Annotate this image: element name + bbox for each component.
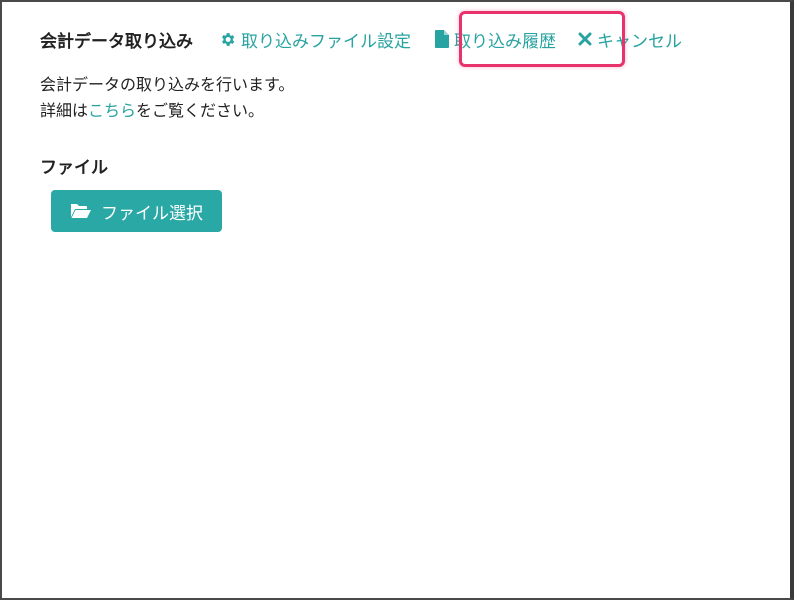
description-prefix: 詳細は [40,101,89,120]
cancel-link[interactable]: キャンセル [578,27,682,52]
page-title: 会計データ取り込み [40,31,193,52]
description-line-2: 詳細はこちらをご覧ください。 [40,98,294,124]
details-link[interactable]: こちら [88,101,136,120]
cancel-label: キャンセル [597,31,682,52]
description-line-1: 会計データの取り込みを行います。 [40,75,295,94]
file-section-label: ファイル [40,158,108,178]
gear-icon [222,32,235,46]
description-suffix: をご覧ください。 [136,101,265,120]
import-history-link[interactable]: 取り込み履歴 [435,27,556,52]
import-file-settings-link[interactable]: 取り込みファイル設定 [219,27,411,52]
window-frame: 会計データ取り込み 取り込みファイル設定 取り込み履歴 キャンセル 会計データの… [0,0,794,600]
header-toolbar: 会計データ取り込み 取り込みファイル設定 取り込み履歴 キャンセル [40,24,682,54]
select-file-label: ファイル選択 [101,203,203,224]
import-file-settings-label: 取り込みファイル設定 [241,31,411,52]
description: 会計データの取り込みを行います。 詳細はこちらをご覧ください。 [40,72,294,124]
file-icon [435,30,449,48]
folder-open-icon [70,204,91,218]
select-file-button[interactable]: ファイル選択 [51,190,222,232]
close-icon [578,32,592,46]
import-history-label: 取り込み履歴 [454,31,556,52]
